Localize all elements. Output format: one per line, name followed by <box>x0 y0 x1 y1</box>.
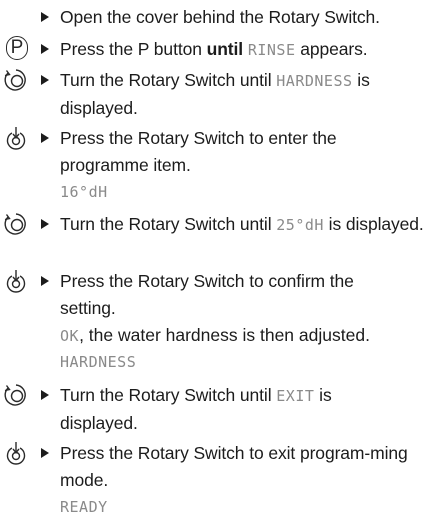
step-text: Turn the Rotary Switch until HARDNESS is… <box>60 70 370 118</box>
bullet-arrow-icon <box>41 219 49 229</box>
step-text: Turn the Rotary Switch until 25°dH is di… <box>60 214 424 234</box>
display-readout: 16°dH <box>60 183 108 201</box>
step-text: Press the P button until RINSE appears. <box>60 39 368 59</box>
bullet-arrow-icon <box>41 448 49 458</box>
rotary-press-icon <box>6 127 26 150</box>
rotary-press-icon <box>6 270 26 293</box>
display-readout: EXIT <box>276 387 315 405</box>
step-text: Press the Rotary Switch to enter the pro… <box>60 128 337 175</box>
bullet-arrow-icon <box>41 44 49 54</box>
step-text: Open the cover behind the Rotary Switch. <box>60 7 380 27</box>
rotary-turn-icon <box>4 384 26 406</box>
rotary-turn-icon <box>4 69 26 91</box>
step-text: Press the Rotary Switch to exit program-… <box>60 443 408 490</box>
display-readout: RINSE <box>247 41 296 59</box>
display-readout: READY <box>60 498 108 516</box>
bullet-arrow-icon <box>41 133 49 143</box>
rotary-press-icon <box>6 442 26 465</box>
display-readout: OK <box>60 327 80 345</box>
display-readout: HARDNESS <box>60 353 137 371</box>
result-line: OK, the water hardness is then adjusted. <box>60 325 370 345</box>
display-readout: HARDNESS <box>276 72 353 90</box>
p-button-icon: P <box>6 36 28 60</box>
step-text: Press the Rotary Switch to confirm the s… <box>60 271 354 318</box>
bullet-arrow-icon <box>41 12 49 22</box>
bullet-arrow-icon <box>41 75 49 85</box>
rotary-turn-icon <box>4 213 26 235</box>
bullet-arrow-icon <box>41 276 49 286</box>
bullet-arrow-icon <box>41 390 49 400</box>
step-text: Turn the Rotary Switch until EXIT is dis… <box>60 385 332 433</box>
display-readout: 25°dH <box>276 216 324 234</box>
